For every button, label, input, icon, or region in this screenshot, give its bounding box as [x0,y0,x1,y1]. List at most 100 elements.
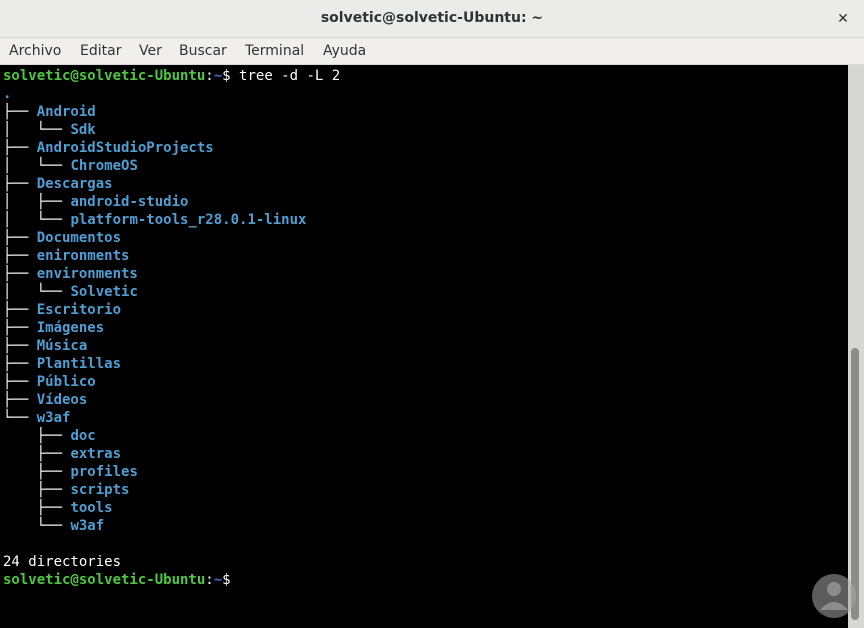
prompt-separator: : [205,68,214,84]
tree-line: ├── extras [3,445,121,463]
terminal-cursor [239,571,248,587]
tree-line: └── w3af [3,517,104,535]
directory-name: environments [36,266,138,282]
tree-line: ├── tools [3,499,113,517]
terminal-output[interactable]: solvetic@solvetic-Ubuntu:~$ tree -d -L 2… [0,65,848,628]
directory-name: platform-tools_r28.0.1-linux [70,212,307,228]
tree-branch: ├── [3,140,37,156]
tree-line: │ └── platform-tools_r28.0.1-linux [3,211,306,229]
window-title: solvetic@solvetic-Ubuntu: ~ [320,10,544,26]
menu-ayuda[interactable]: Ayuda [323,43,366,59]
directory-name: Plantillas [36,356,122,372]
command-text: tree -d -L 2 [239,68,341,84]
directory-name: scripts [70,482,130,498]
tree-line: ├── Imágenes [3,319,104,337]
directory-name: android-studio [70,194,189,210]
tree-branch: │ └── [3,284,71,300]
directory-name: extras [70,446,122,462]
directory-name: Solvetic [70,284,138,300]
directory-name: Vídeos [36,392,88,408]
tree-line: ├── Público [3,373,96,391]
prompt-path: ~ [213,572,223,588]
tree-line: │ └── ChromeOS [3,157,138,175]
prompt-symbol: $ [222,68,240,84]
tree-line: ├── Vídeos [3,391,87,409]
tree-line: ├── Música [3,337,87,355]
prompt-symbol: $ [222,572,240,588]
directory-name: AndroidStudioProjects [36,140,214,156]
directory-name: enironments [36,248,130,264]
menu-ver[interactable]: Ver [139,43,162,59]
prompt-user: solvetic@solvetic-Ubuntu [3,572,206,588]
prompt-line: solvetic@solvetic-Ubuntu:~$ [3,571,248,589]
vertical-scrollbar[interactable] [848,65,864,628]
tree-branch: ├── [3,302,37,318]
tree-line: ├── Descargas [3,175,113,193]
tree-line: ├── doc [3,427,96,445]
directory-name: Descargas [36,176,113,192]
prompt-separator: : [205,572,214,588]
title-bar[interactable]: solvetic@solvetic-Ubuntu: ~ ✕ [0,0,864,38]
tree-branch: ├── [3,176,37,192]
summary-line: 24 directories [3,554,122,570]
close-button[interactable]: ✕ [832,8,854,30]
menu-editar[interactable]: Editar [80,43,121,59]
tree-line: ├── scripts [3,481,130,499]
menu-terminal[interactable]: Terminal [245,43,304,59]
directory-name: tools [70,500,113,516]
terminal-window: solvetic@solvetic-Ubuntu: ~ ✕ Archivo Ed… [0,0,864,628]
directory-name: profiles [70,464,138,480]
tree-line: ├── environments [3,265,138,283]
tree-branch: ├── [3,446,71,462]
tree-branch: │ ├── [3,194,71,210]
tree-branch: ├── [3,482,71,498]
tree-branch: ├── [3,320,37,336]
tree-branch: │ └── [3,212,71,228]
tree-branch: ├── [3,374,37,390]
tree-line: ├── profiles [3,463,138,481]
directory-name: ChromeOS [70,158,138,174]
tree-root-dot: . [3,86,12,102]
tree-branch: ├── [3,392,37,408]
directory-name: Imágenes [36,320,105,336]
directory-name: Música [36,338,88,354]
tree-branch: ├── [3,104,37,120]
tree-branch: │ └── [3,158,71,174]
tree-line: ├── Documentos [3,229,121,247]
directory-name: Android [36,104,96,120]
tree-branch: ├── [3,230,37,246]
tree-branch: ├── [3,500,71,516]
tree-line: └── w3af [3,409,70,427]
prompt-path: ~ [213,68,223,84]
directory-name: Sdk [70,122,96,138]
tree-line: ├── Escritorio [3,301,121,319]
prompt-user: solvetic@solvetic-Ubuntu [3,68,206,84]
tree-line: ├── enironments [3,247,129,265]
directory-name: Público [36,374,96,390]
tree-line: │ └── Solvetic [3,283,138,301]
menu-archivo[interactable]: Archivo [9,43,61,59]
directory-name: w3af [70,518,105,534]
tree-branch: └── [3,518,71,534]
tree-line: ├── AndroidStudioProjects [3,139,214,157]
tree-line: │ └── Sdk [3,121,96,139]
tree-branch: ├── [3,266,37,282]
command-line: solvetic@solvetic-Ubuntu:~$ tree -d -L 2 [3,67,340,85]
tree-branch: │ └── [3,122,71,138]
directory-name: w3af [36,410,71,426]
tree-line: │ ├── android-studio [3,193,188,211]
tree-line: ├── Plantillas [3,355,121,373]
solvetic-logo-icon [812,574,856,618]
menu-bar: Archivo Editar Ver Buscar Terminal Ayuda [0,38,864,65]
tree-branch: ├── [3,428,71,444]
tree-branch: ├── [3,338,37,354]
tree-root: . [3,85,11,103]
tree-branch: ├── [3,464,71,480]
tree-branch: ├── [3,356,37,372]
tree-branch: ├── [3,248,37,264]
tree-branch: └── [3,410,37,426]
tree-line: ├── Android [3,103,96,121]
directory-name: Escritorio [36,302,122,318]
directory-name: doc [70,428,96,444]
menu-buscar[interactable]: Buscar [179,43,227,59]
